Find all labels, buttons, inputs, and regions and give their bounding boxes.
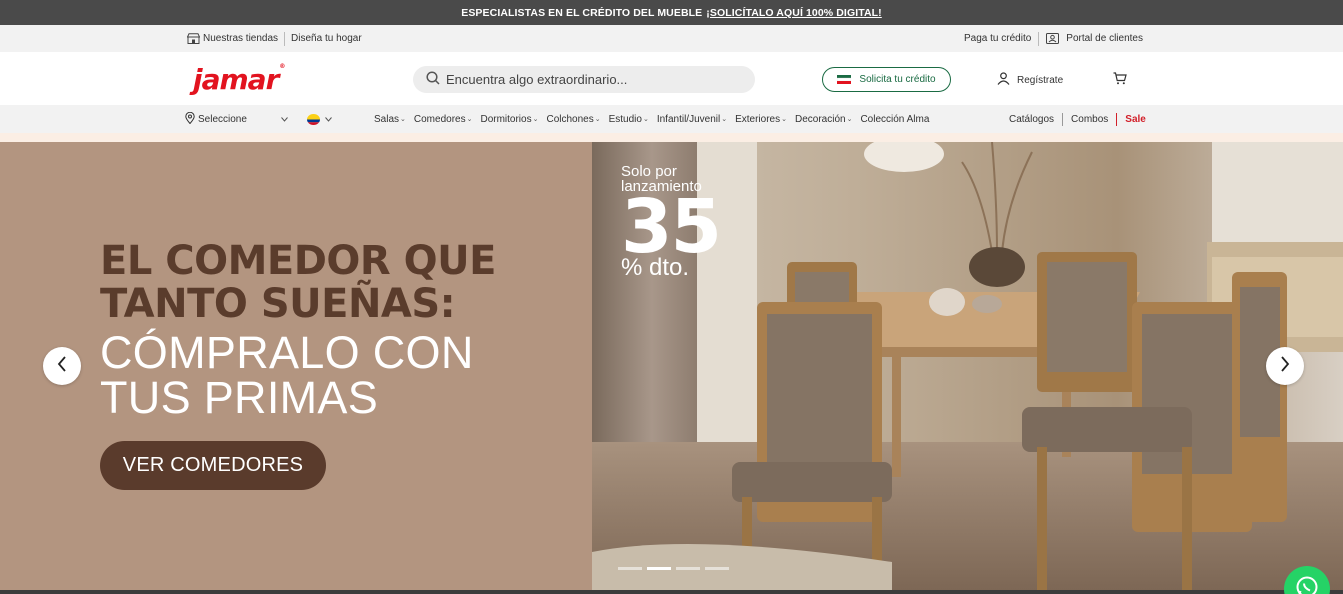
logo-text: Jamar — [193, 63, 279, 96]
divider — [1116, 112, 1118, 126]
pay-credit-link[interactable]: Paga tu crédito — [964, 33, 1031, 44]
chevron-down-icon: ⌄ — [642, 116, 649, 123]
stores-link[interactable]: Nuestras tiendas — [203, 33, 278, 44]
nav-item-label: Decoración — [794, 113, 846, 125]
divider — [1062, 112, 1064, 126]
chevron-down-icon: ⌄ — [532, 116, 539, 123]
registered-mark: ® — [279, 63, 285, 70]
hero-text-panel: EL COMEDOR QUE TANTO SUEÑAS: CÓMPRALO CO… — [0, 142, 592, 590]
nav-item-estudio[interactable]: Estudio ⌄ — [609, 114, 649, 125]
nav-item-coleccion-alma[interactable]: Colección Alma — [860, 114, 929, 125]
announcement-link[interactable]: ¡SOLICÍTALO AQUÍ 100% DIGITAL! — [706, 7, 881, 19]
divider — [284, 31, 286, 46]
promo-number: 35 — [621, 184, 722, 270]
main-header: Jamar® Solicita tu crédito Regístrate — [0, 52, 1343, 105]
client-portal-link[interactable]: Portal de clientes — [1066, 33, 1143, 44]
chevron-down-icon — [325, 114, 332, 125]
register-label: Regístrate — [1017, 74, 1064, 86]
location-pin-icon — [185, 111, 195, 127]
search-input[interactable] — [446, 72, 736, 87]
nav-item-salas[interactable]: Salas ⌄ — [374, 114, 406, 125]
search-bar[interactable] — [413, 66, 755, 93]
carousel-prev-button[interactable] — [43, 347, 81, 385]
subline-1: CÓMPRALO CON — [100, 327, 474, 378]
location-selector[interactable]: Seleccione — [185, 105, 288, 133]
sale-link[interactable]: Sale — [1125, 114, 1146, 125]
nav-item-label: Estudio — [608, 113, 642, 125]
carousel-dot[interactable] — [676, 567, 700, 570]
headline-line-2: TANTO SUEÑAS: — [100, 281, 456, 327]
credit-button-label: Solicita tu crédito — [859, 74, 936, 85]
chevron-down-icon — [281, 114, 288, 125]
nav-item-exteriores[interactable]: Exteriores ⌄ — [735, 114, 787, 125]
store-icon — [186, 33, 201, 44]
nav-item-comedores[interactable]: Comedores ⌄ — [414, 114, 473, 125]
subline-2: TUS PRIMAS — [100, 372, 379, 423]
promo-text-1: Solo por — [621, 163, 677, 180]
nav-item-label: Dormitorios — [480, 113, 532, 125]
credit-flag-icon — [837, 75, 852, 84]
nav-item-label: Salas — [374, 113, 400, 125]
chevron-down-icon: ⌄ — [781, 116, 787, 123]
chevron-right-icon — [1280, 355, 1290, 377]
carousel-dot[interactable] — [705, 567, 729, 570]
chevron-down-icon: ⌄ — [721, 116, 728, 123]
chevron-down-icon: ⌄ — [846, 116, 853, 123]
nav-menu: Salas ⌄ Comedores ⌄ Dormitorios ⌄ Colchones… — [374, 105, 937, 133]
nav-item-decoracion[interactable]: Decoración ⌄ — [795, 114, 852, 125]
country-selector[interactable] — [307, 105, 332, 133]
divider — [1038, 31, 1040, 46]
nav-item-label: Infantil/Juvenil — [656, 113, 721, 125]
announcement-text: ESPECIALISTAS EN EL CRÉDITO DEL MUEBLE — [461, 6, 703, 19]
chevron-down-icon: ⌄ — [400, 116, 406, 123]
nav-item-infantil[interactable]: Infantil/Juvenil ⌄ — [657, 114, 727, 125]
carousel-next-button[interactable] — [1266, 347, 1304, 385]
promo-strip — [0, 133, 1343, 142]
nav-secondary: Catálogos Combos Sale — [1009, 105, 1146, 133]
nav-item-dormitorios[interactable]: Dormitorios ⌄ — [480, 114, 538, 125]
user-icon — [997, 72, 1010, 88]
headline-line-1: EL COMEDOR QUE — [100, 238, 496, 284]
jamar-logo[interactable]: Jamar® — [193, 63, 285, 96]
chevron-down-icon: ⌄ — [594, 116, 601, 123]
category-nav: Seleccione Salas ⌄ Comedores ⌄ Dormitorios… — [0, 105, 1343, 133]
promo-badge: Solo por lanzamiento 35 % dto. — [621, 163, 722, 280]
chevron-down-icon: ⌄ — [466, 116, 473, 123]
see-dining-button[interactable]: VER COMEDORES — [100, 441, 326, 490]
announcement-bar: ESPECIALISTAS EN EL CRÉDITO DEL MUEBLE ¡… — [0, 0, 1343, 25]
register-link[interactable]: Regístrate — [997, 72, 1063, 88]
id-card-icon — [1046, 33, 1060, 44]
nav-item-label: Exteriores — [735, 113, 781, 125]
design-link[interactable]: Diseña tu hogar — [291, 33, 362, 44]
nav-item-label: Comedores — [413, 113, 466, 125]
cart-icon[interactable] — [1113, 72, 1127, 90]
hero-carousel: EL COMEDOR QUE TANTO SUEÑAS: CÓMPRALO CO… — [0, 142, 1343, 590]
carousel-dot[interactable] — [618, 567, 642, 570]
nav-item-colchones[interactable]: Colchones ⌄ — [546, 114, 600, 125]
carousel-indicators — [618, 567, 734, 570]
carousel-dot-active[interactable] — [647, 567, 671, 570]
whatsapp-icon — [1295, 575, 1319, 594]
nav-item-label: Colchones — [546, 113, 594, 125]
search-icon — [426, 71, 440, 88]
hero-headline: EL COMEDOR QUE TANTO SUEÑAS: CÓMPRALO CO… — [100, 238, 496, 423]
colombia-flag-icon — [307, 113, 320, 125]
catalogs-link[interactable]: Catálogos — [1009, 114, 1054, 125]
utility-bar: Nuestras tiendas Diseña tu hogar Paga tu… — [0, 25, 1343, 52]
bottom-edge — [0, 590, 1343, 594]
request-credit-button[interactable]: Solicita tu crédito — [822, 67, 951, 92]
location-label: Seleccione — [198, 113, 247, 125]
chevron-left-icon — [57, 355, 67, 377]
combos-link[interactable]: Combos — [1071, 114, 1108, 125]
